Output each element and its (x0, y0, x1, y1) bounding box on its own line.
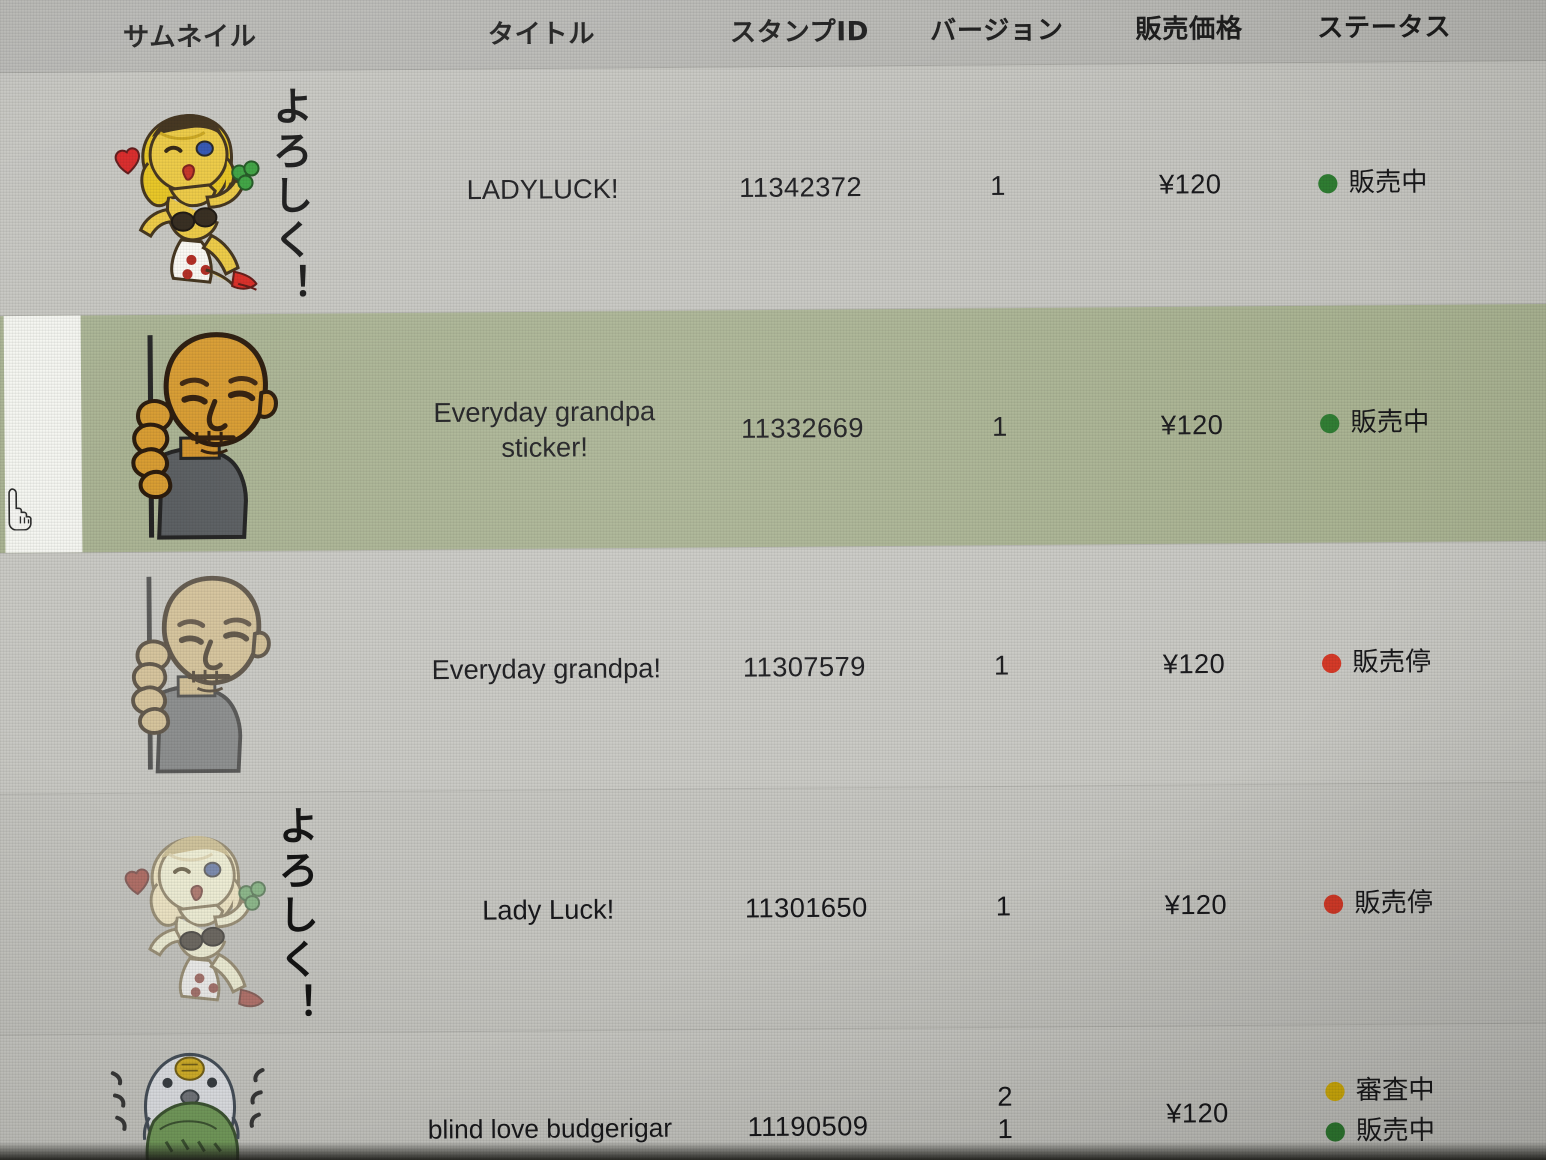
screen-bottom-edge (0, 1142, 1546, 1160)
cell-version-line-2: 1 (997, 1113, 1014, 1144)
cell-price: ¥120 (1166, 1098, 1229, 1129)
table-row[interactable]: blind love budgerigar 11190509 2 1 ¥120 … (0, 1023, 1546, 1160)
cell-stamp-id: 11190509 (747, 1111, 869, 1143)
status-badge: 販売中 (1320, 405, 1546, 441)
cell-version: 1 (990, 170, 1006, 202)
thumbnail-cell[interactable] (0, 313, 396, 553)
cell-title: LADYLUCK! (466, 173, 619, 206)
cell-price: ¥120 (1162, 648, 1226, 680)
thumbnail-cell[interactable]: よろしく！ (0, 70, 394, 315)
column-header-thumbnail[interactable]: サムネイル (0, 15, 392, 56)
table-row[interactable]: よろしく！ LADYLUCK! 11342372 1 ¥120 販売中 (0, 61, 1546, 317)
thumbnail-cell[interactable] (0, 1033, 401, 1160)
cell-version: 1 (991, 411, 1008, 442)
cell-status: 審査中 販売中 (1301, 1073, 1546, 1148)
cell-status: 販売停 (1299, 886, 1546, 922)
cell-status: 販売中 (1296, 405, 1546, 441)
column-header-version[interactable]: バージョン (908, 9, 1085, 48)
thumbnail-caption: よろしく！ (264, 84, 314, 308)
cell-version: 1 (995, 891, 1012, 922)
status-label: 販売停 (1352, 646, 1432, 678)
cell-title-line-1: Everyday grandpa (433, 396, 656, 429)
cell-stamp-id: 11332669 (740, 412, 865, 444)
thumbnail-caption: よろしく！ (270, 804, 319, 1028)
cell-title: Everyday grandpa! (431, 653, 662, 686)
status-dot-icon (1318, 174, 1338, 194)
status-dot-icon (1320, 414, 1340, 434)
column-header-price[interactable]: 販売価格 (1085, 7, 1293, 46)
table-row[interactable]: Everyday grandpa! 11307579 1 ¥120 販売停 (0, 541, 1546, 795)
column-header-status[interactable]: ステータス (1293, 5, 1546, 44)
grandpa-sticker-thumbnail[interactable] (89, 568, 293, 777)
sticker-list-screen: サムネイル タイトル スタンプID バージョン 販売価格 ステータス よろしく！… (0, 0, 1546, 1160)
cell-title: Everyday grandpa sticker! (395, 394, 694, 466)
cell-price: ¥120 (1160, 409, 1224, 441)
status-label: 審査中 (1355, 1075, 1435, 1107)
status-dot-icon (1323, 894, 1344, 914)
status-badge: 販売停 (1323, 886, 1546, 922)
cell-title: Lady Luck! (482, 894, 615, 926)
status-dot-icon (1325, 1082, 1345, 1102)
cell-status: 販売中 (1294, 165, 1546, 201)
status-label: 販売中 (1348, 167, 1428, 199)
grandpa-sticker-thumbnail[interactable] (87, 323, 301, 542)
status-label: 販売中 (1350, 407, 1430, 439)
cell-stamp-id: 11342372 (739, 171, 863, 204)
thumbnail-cell[interactable] (0, 551, 398, 794)
cell-version-line-1: 2 (997, 1081, 1014, 1113)
status-badge: 販売中 (1318, 165, 1546, 201)
sticker-table: サムネイル タイトル スタンプID バージョン 販売価格 ステータス よろしく！… (0, 0, 1546, 1160)
status-dot-icon (1321, 653, 1342, 674)
column-header-stamp-id[interactable]: スタンプID (690, 10, 908, 49)
table-row[interactable]: Everyday grandpa sticker! 11332669 1 ¥12… (0, 303, 1546, 555)
status-dot-icon (1325, 1121, 1345, 1142)
cell-price: ¥120 (1158, 169, 1222, 200)
cell-stamp-id: 11301650 (744, 892, 868, 924)
cell-price: ¥120 (1164, 889, 1228, 921)
status-badge: 審査中 (1325, 1073, 1546, 1109)
cell-status: 販売停 (1298, 645, 1546, 681)
cell-stamp-id: 11307579 (742, 651, 866, 683)
status-badge: 販売停 (1321, 645, 1546, 681)
column-header-title[interactable]: タイトル (392, 12, 691, 52)
cell-title-line-2: sticker! (501, 431, 588, 463)
table-row[interactable]: よろしく！ Lady Luck! 11301650 1 ¥120 販売停 (0, 782, 1546, 1036)
cell-version: 1 (993, 650, 1010, 681)
cell-version: 2 1 (916, 1071, 1094, 1145)
pointing-hand-cursor (8, 488, 32, 531)
status-label: 販売停 (1354, 887, 1434, 919)
thumbnail-cell[interactable]: よろしく！ (0, 792, 400, 1035)
